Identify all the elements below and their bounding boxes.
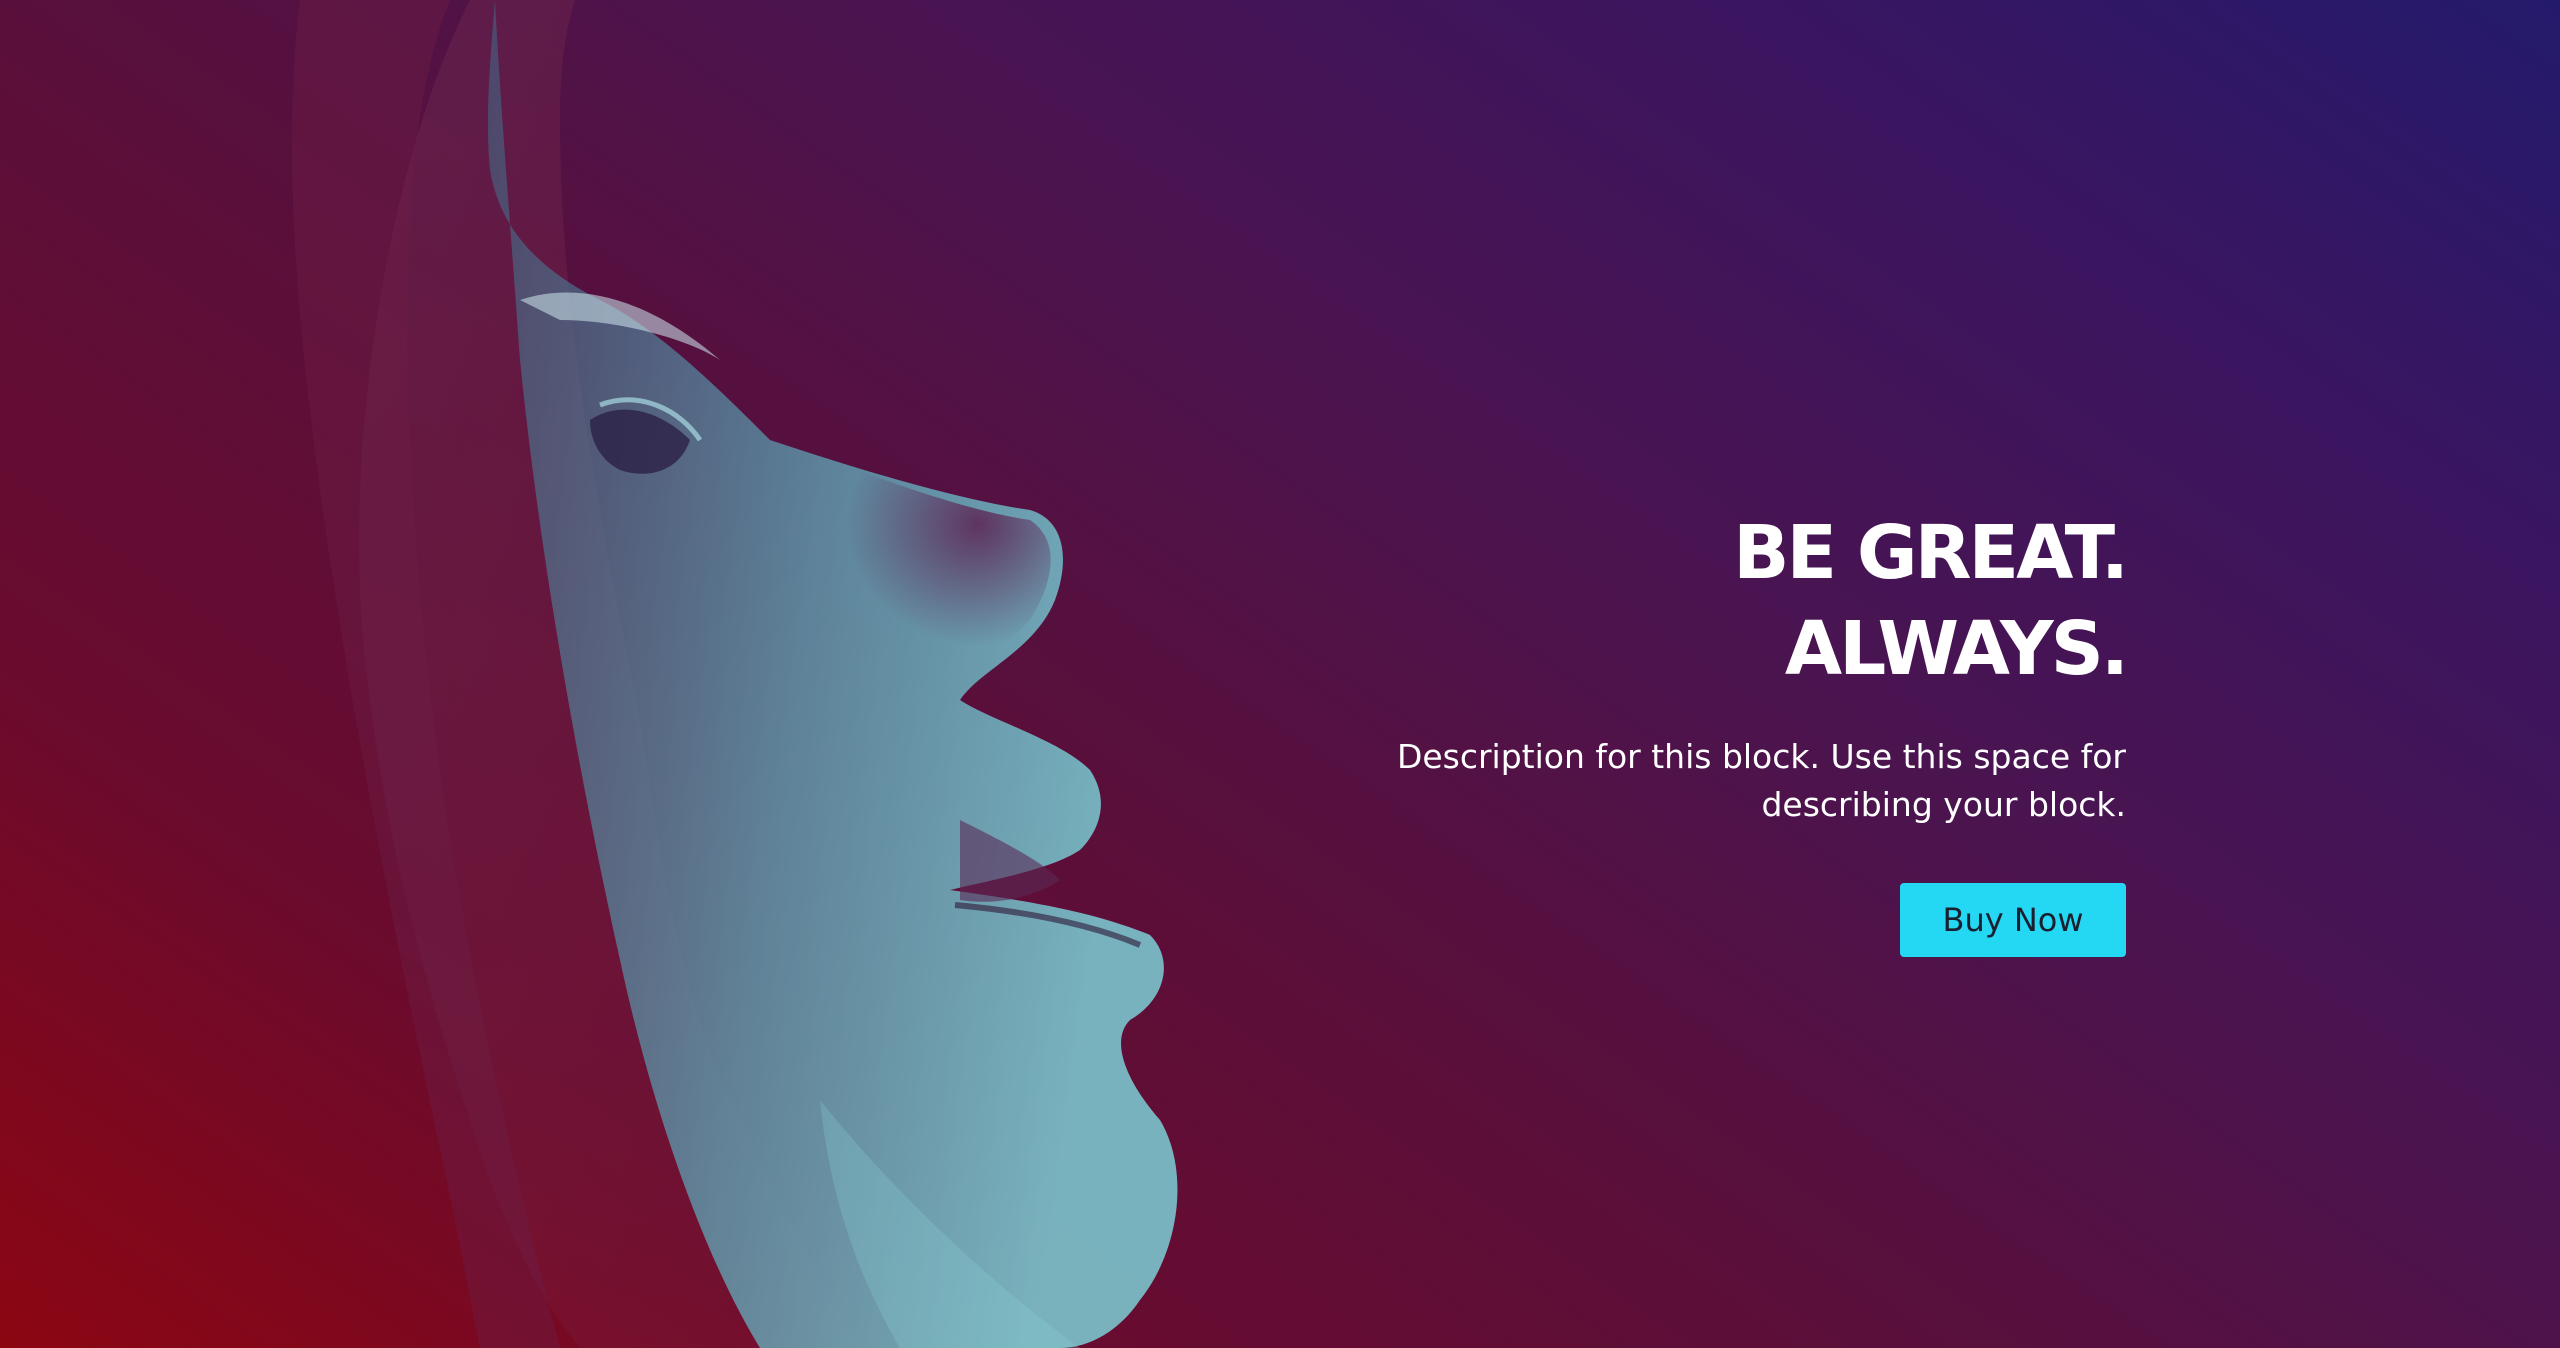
hero-headline-line-2: ALWAYS.	[1784, 606, 2129, 692]
buy-now-button[interactable]: Buy Now	[1900, 883, 2126, 957]
hero-description-line-2: describing your block.	[1761, 785, 2126, 824]
hero-headline-line-1: BE GREAT.	[1733, 510, 2129, 596]
hero-content: BE GREAT. ALWAYS. Description for this b…	[1226, 505, 2129, 957]
hero-headline: BE GREAT. ALWAYS.	[1226, 505, 2129, 697]
hero-description: Description for this block. Use this spa…	[1226, 733, 2126, 829]
hero-description-line-1: Description for this block. Use this spa…	[1396, 737, 2126, 776]
profile-portrait-image	[291, 0, 1178, 1348]
hero-section: BE GREAT. ALWAYS. Description for this b…	[0, 0, 2560, 1348]
